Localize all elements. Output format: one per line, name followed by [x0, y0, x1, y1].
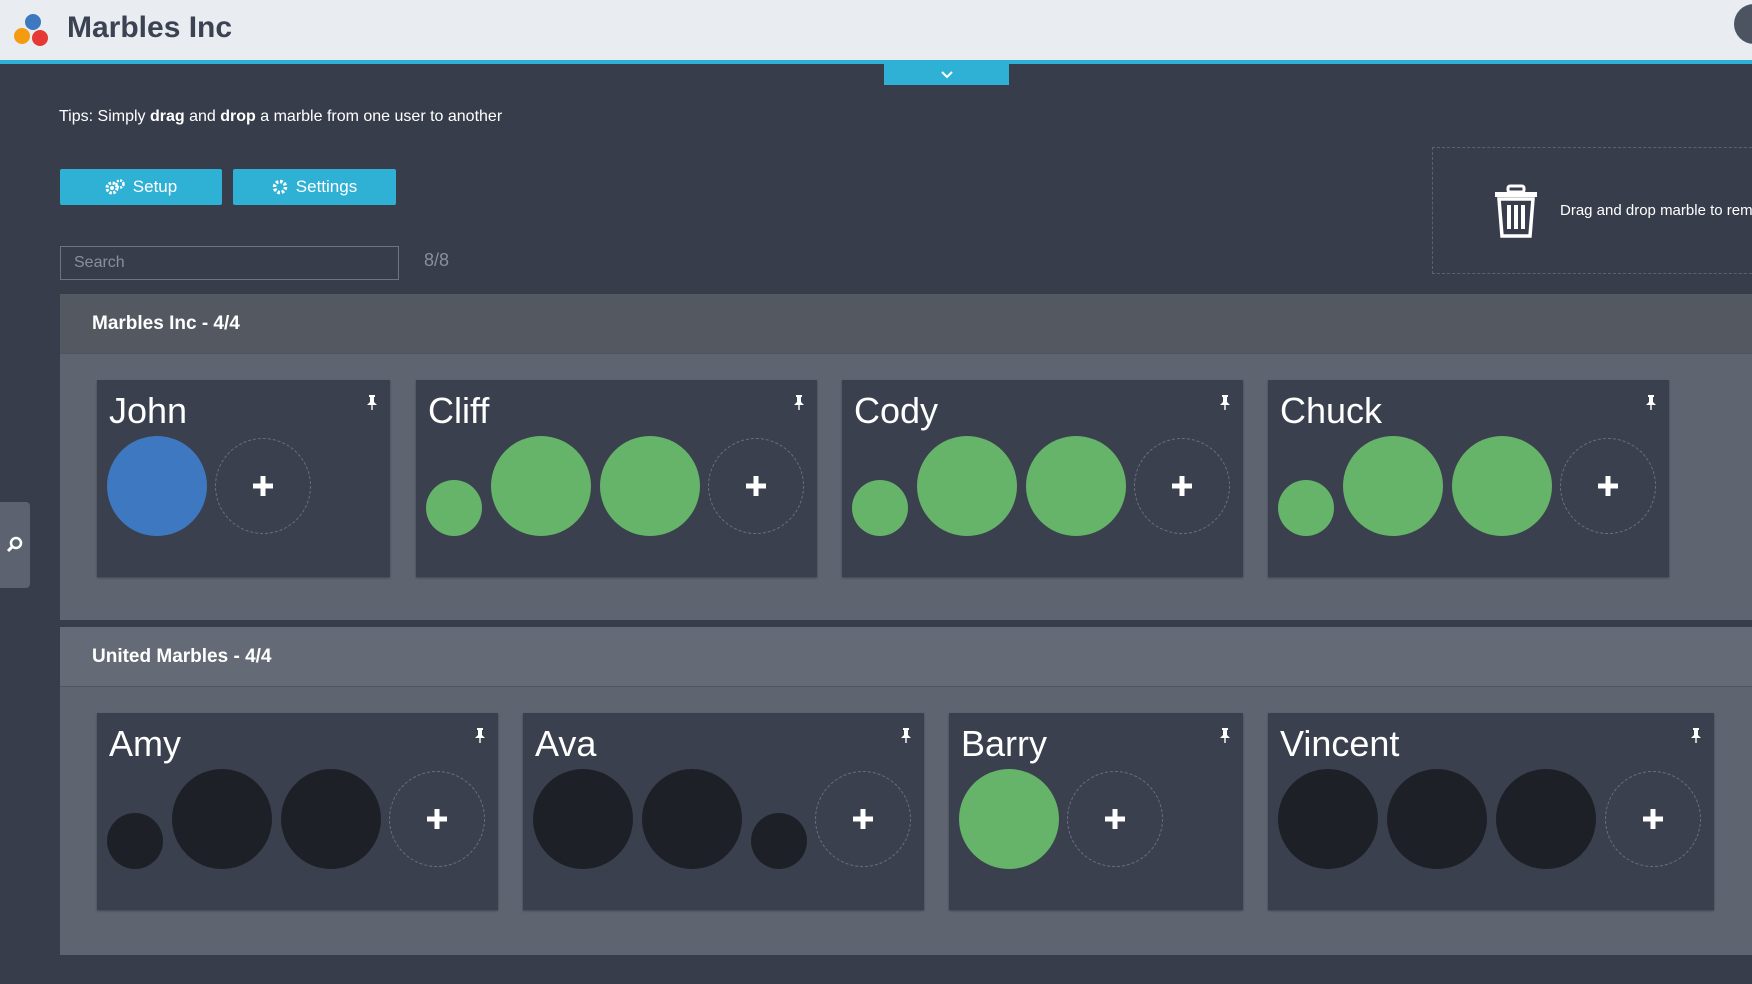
add-marble-button[interactable] — [1605, 771, 1701, 867]
add-marble-button[interactable] — [1067, 771, 1163, 867]
setup-label: Setup — [132, 177, 178, 196]
side-search-tab[interactable] — [0, 502, 30, 588]
marble-large-green[interactable] — [1452, 436, 1552, 536]
user-name: Cody — [854, 390, 939, 431]
group-united-marbles: United Marbles - 4/4 Amy Ava Barry Vince… — [60, 627, 1752, 955]
group-title: United Marbles - 4/4 — [60, 627, 1752, 687]
trash-drop-zone[interactable]: Drag and drop marble to remo — [1432, 147, 1752, 274]
plus-icon — [746, 476, 766, 496]
user-name: Ava — [535, 723, 597, 764]
marble-large-black[interactable] — [1496, 769, 1596, 869]
pin-icon[interactable] — [474, 727, 486, 743]
plus-icon — [853, 809, 873, 829]
marble-large-black[interactable] — [642, 769, 742, 869]
trash-instructions: Drag and drop marble to remo — [1560, 202, 1752, 219]
pin-icon[interactable] — [1690, 727, 1702, 743]
group-title: Marbles Inc - 4/4 — [60, 294, 1752, 354]
marble-large-black[interactable] — [533, 769, 633, 869]
marble-large-green[interactable] — [1343, 436, 1443, 536]
user-card-vincent[interactable]: Vincent — [1268, 713, 1714, 910]
user-count: 8/8 — [424, 250, 450, 270]
user-name: Barry — [961, 723, 1048, 764]
settings-button[interactable]: Settings — [233, 169, 396, 205]
plus-icon — [1105, 809, 1125, 829]
marble-large-green[interactable] — [600, 436, 700, 536]
trash-icon — [1495, 184, 1537, 238]
marble-large-black[interactable] — [1278, 769, 1378, 869]
marble-large-black[interactable] — [1387, 769, 1487, 869]
group-marbles-inc: Marbles Inc - 4/4 John Cliff Cody Chuck — [60, 294, 1752, 620]
add-marble-button[interactable] — [1560, 438, 1656, 534]
gears-icon — [105, 179, 125, 195]
add-marble-button[interactable] — [389, 771, 485, 867]
pin-icon[interactable] — [1645, 394, 1657, 410]
collapse-header-toggle[interactable] — [884, 64, 1009, 85]
marble-large-blue[interactable] — [107, 436, 207, 536]
user-card-barry[interactable]: Barry — [949, 713, 1243, 910]
top-bar: Marbles Inc — [0, 0, 1752, 64]
user-card-cliff[interactable]: Cliff — [416, 380, 817, 577]
search-icon — [6, 536, 23, 553]
add-marble-button[interactable] — [708, 438, 804, 534]
pin-icon[interactable] — [366, 394, 378, 410]
marble-large-black[interactable] — [281, 769, 381, 869]
marble-large-black[interactable] — [172, 769, 272, 869]
settings-label: Settings — [295, 177, 358, 196]
pin-icon[interactable] — [793, 394, 805, 410]
marble-small-green[interactable] — [426, 480, 482, 536]
chevron-down-icon — [940, 71, 953, 79]
gear-icon — [272, 179, 288, 195]
user-avatar-icon[interactable] — [1734, 4, 1752, 44]
search-input[interactable] — [60, 246, 399, 280]
marble-small-black[interactable] — [107, 813, 163, 869]
user-card-john[interactable]: John — [97, 380, 390, 577]
plus-icon — [1643, 809, 1663, 829]
pin-icon[interactable] — [900, 727, 912, 743]
user-name: Vincent — [1280, 723, 1400, 764]
setup-button[interactable]: Setup — [60, 169, 222, 205]
plus-icon — [253, 476, 273, 496]
marble-large-green[interactable] — [1026, 436, 1126, 536]
add-marble-button[interactable] — [215, 438, 311, 534]
marbles-logo-icon — [14, 14, 52, 48]
marble-small-green[interactable] — [852, 480, 908, 536]
marble-large-green[interactable] — [959, 769, 1059, 869]
marble-large-green[interactable] — [917, 436, 1017, 536]
add-marble-button[interactable] — [815, 771, 911, 867]
plus-icon — [1172, 476, 1192, 496]
plus-icon — [427, 809, 447, 829]
user-name: Amy — [109, 723, 181, 764]
add-marble-button[interactable] — [1134, 438, 1230, 534]
pin-icon[interactable] — [1219, 727, 1231, 743]
app-title: Marbles Inc — [67, 11, 233, 44]
tips-text: Tips: Simply drag and drop a marble from… — [59, 108, 503, 125]
plus-icon — [1598, 476, 1618, 496]
user-name: Chuck — [1280, 390, 1383, 431]
user-name: Cliff — [428, 390, 490, 431]
user-card-cody[interactable]: Cody — [842, 380, 1243, 577]
marble-small-green[interactable] — [1278, 480, 1334, 536]
marble-small-black[interactable] — [751, 813, 807, 869]
user-card-chuck[interactable]: Chuck — [1268, 380, 1669, 577]
pin-icon[interactable] — [1219, 394, 1231, 410]
user-card-ava[interactable]: Ava — [523, 713, 924, 910]
user-name: John — [109, 390, 188, 431]
marble-large-green[interactable] — [491, 436, 591, 536]
user-card-amy[interactable]: Amy — [97, 713, 498, 910]
